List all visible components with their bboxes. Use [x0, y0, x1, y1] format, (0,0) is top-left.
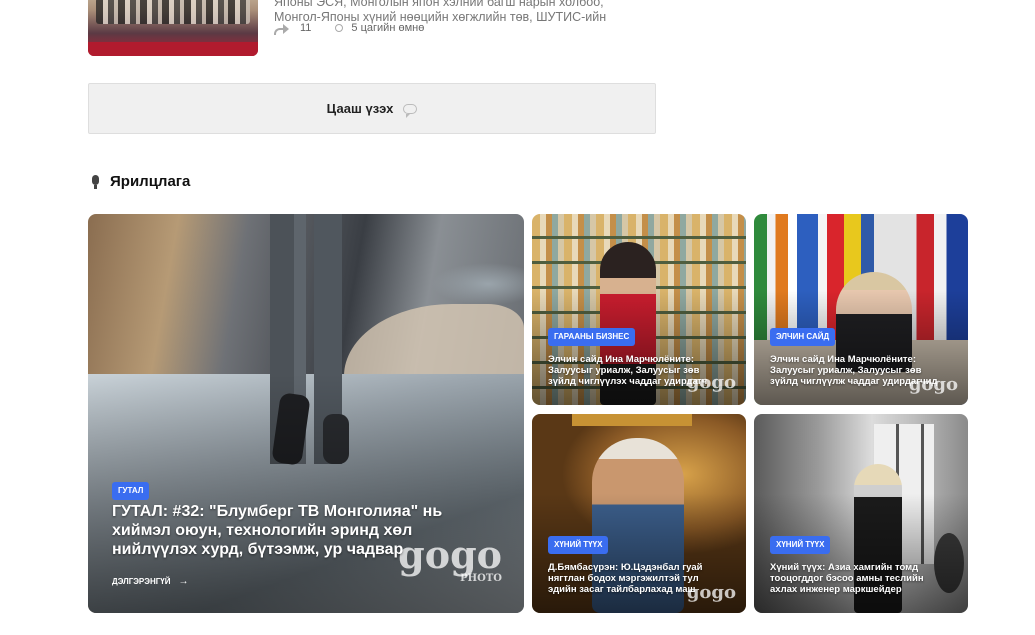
news-thumbnail[interactable] [88, 0, 258, 56]
category-badge[interactable]: ХҮНИЙ ТҮҮХ [770, 536, 831, 554]
thumbnail-people [96, 0, 250, 24]
gogo-watermark: gogo [686, 582, 736, 603]
category-badge[interactable]: ЭЛЧИН САЙД [770, 328, 836, 346]
arrow-right-icon: → [178, 576, 189, 587]
share-count: 11 [300, 22, 312, 34]
chat-bubble-icon [403, 103, 418, 118]
article-card[interactable]: ЭЛЧИН САЙД Элчин сайд Ина Марчюлёните: З… [754, 214, 968, 405]
load-more-label: Цааш үзэх [326, 101, 394, 116]
gogo-watermark: gogo [908, 374, 958, 395]
thumbnail-carpet [88, 42, 258, 56]
category-badge[interactable]: ГУТАЛ [112, 482, 150, 500]
section-heading: Ярилцлага [88, 173, 190, 190]
time-ago: 5 цагийн өмнө [351, 22, 425, 34]
featured-article-card[interactable]: gogo PHOTO ГУТАЛ ГУТАЛ: #32: "Блумберг Т… [88, 214, 524, 613]
news-excerpt-line-1: Японы ЭСЯ, Монголын япон хэлний багш нар… [274, 0, 604, 9]
article-card[interactable]: ХҮНИЙ ТҮҮХ Д.Бямбасүрэн: Ю.Цэдэнбал гуай… [532, 414, 746, 613]
article-card[interactable]: ХҮНИЙ ТҮҮХ Хүний түүх: Азиа хамгийн томд… [754, 414, 968, 613]
news-meta: 11 5 цагийн өмнө [274, 22, 425, 35]
gogo-watermark: gogo [686, 372, 736, 393]
article-card[interactable]: ГАРААНЫ БИЗНЕС Элчин сайд Ина Марчюлёнит… [532, 214, 746, 405]
article-title[interactable]: Хүний түүх: Азиа хамгийн томд тооцогддог… [770, 562, 950, 595]
read-more-link[interactable]: ДЭЛГЭРЭНГҮЙ → [112, 576, 188, 587]
news-item[interactable]: Японы ЭСЯ, Монголын япон хэлний багш нар… [88, 0, 648, 56]
load-more-button[interactable]: Цааш үзэх [88, 83, 656, 134]
read-more-label: ДЭЛГЭРЭНГҮЙ [112, 577, 171, 586]
clock-icon [335, 24, 344, 32]
microphone-icon [90, 174, 100, 189]
featured-title[interactable]: ГУТАЛ: #32: "Блумберг ТВ Монголияа" нь х… [112, 502, 472, 559]
share-icon[interactable] [274, 22, 290, 35]
category-badge[interactable]: ГАРААНЫ БИЗНЕС [548, 328, 636, 346]
category-badge[interactable]: ХҮНИЙ ТҮҮХ [548, 536, 609, 554]
section-title[interactable]: Ярилцлага [110, 173, 190, 190]
